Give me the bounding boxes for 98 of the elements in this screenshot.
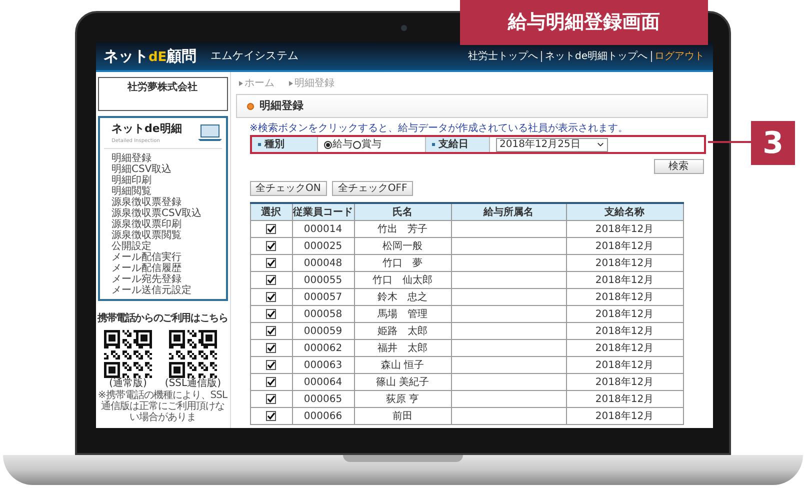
table-cell: 竹口 夢 [354, 255, 450, 271]
checked-checkbox[interactable] [266, 241, 276, 251]
step-number-badge: 3 [751, 121, 795, 165]
laptop-icon [198, 124, 222, 142]
menu-link[interactable]: メール配信履歴 [112, 263, 222, 274]
logout-link[interactable]: ログアウト [654, 48, 704, 64]
table-cell: 荻原 亨 [354, 391, 450, 407]
qr-code [168, 330, 217, 378]
triangle-icon [288, 81, 292, 86]
menu-link[interactable]: 公開設定 [112, 241, 222, 252]
table-cell: 森山 恒子 [354, 357, 450, 373]
chevron-down-icon [596, 142, 604, 147]
radio-option[interactable]: 給与 [324, 137, 352, 152]
checked-checkbox[interactable] [266, 292, 276, 302]
checked-checkbox[interactable] [266, 377, 276, 387]
menu-link[interactable]: 明細印刷 [112, 175, 222, 186]
checked-checkbox[interactable] [266, 309, 276, 319]
menu-link[interactable]: 源泉徴収票閲覧 [112, 230, 222, 241]
table-cell: 000055 [292, 272, 354, 288]
page-title: 明細登録 [260, 98, 304, 114]
camera-icon [401, 24, 407, 30]
table-cell: 000063 [292, 357, 354, 373]
table-cell: 000025 [292, 238, 354, 254]
menu-link[interactable]: メール配信実行 [112, 252, 222, 263]
table-cell: 000064 [292, 374, 354, 390]
check-all-button[interactable]: 全チェックON [250, 181, 327, 196]
radio-option[interactable]: 賞与 [352, 137, 382, 152]
checked-checkbox[interactable] [266, 224, 276, 234]
table-cell: 竹口 仙太郎 [354, 272, 450, 288]
table-cell: 2018年12月 [566, 255, 684, 271]
table-cell: 2018年12月 [566, 323, 684, 339]
table-cell: 2018年12月 [566, 289, 684, 305]
menu-link[interactable]: 源泉徴収票登録 [112, 197, 222, 208]
table-cell: 000058 [292, 306, 354, 322]
menu-link[interactable]: メール宛先登録 [112, 274, 222, 285]
company-name: エムケイシステム [210, 48, 299, 64]
date-select[interactable]: 2018年12月25日 [496, 138, 608, 152]
table-cell: 2018年12月 [566, 306, 684, 322]
table-cell: 松岡一般 [354, 238, 450, 254]
checked-checkbox[interactable] [266, 258, 276, 268]
table-cell: 馬場 管理 [354, 306, 450, 322]
company-label: 社労夢株式会社 [128, 80, 198, 95]
menu-link[interactable]: 明細閲覧 [112, 186, 222, 197]
table-cell: 2018年12月 [566, 357, 684, 373]
table-cell: 2018年12月 [566, 340, 684, 356]
mobile-heading: 携帯電話からのご利用はこちら [98, 312, 228, 326]
check-all-button[interactable]: 全チェックOFF [332, 181, 414, 196]
table-cell: 000062 [292, 340, 354, 356]
table-cell: 竹出 芳子 [354, 221, 450, 237]
triangle-icon [238, 81, 242, 86]
menu-link[interactable]: 明細CSV取込 [112, 164, 222, 175]
qr-label: (SSL通信版) [164, 378, 221, 390]
bullet-icon [246, 102, 254, 110]
qr-label: (通常版) [109, 378, 147, 390]
table-cell: 000057 [292, 289, 354, 305]
column-header: 給与所属名 [450, 204, 566, 220]
table-cell: 000065 [292, 391, 354, 407]
menu-link[interactable]: 明細登録 [112, 153, 222, 164]
table-cell: 2018年12月 [566, 238, 684, 254]
table-cell: 000048 [292, 255, 354, 271]
banner-title: 給与明細登録画面 [508, 10, 660, 36]
form-label: 支給日 [426, 137, 490, 152]
table-cell: 福井 太郎 [354, 340, 450, 356]
column-header: 従業員コード [292, 204, 354, 220]
table-cell: 000014 [292, 221, 354, 237]
table-cell: 2018年12月 [566, 272, 684, 288]
table-cell: 000059 [292, 323, 354, 339]
checked-checkbox[interactable] [266, 343, 276, 353]
checked-checkbox[interactable] [266, 275, 276, 285]
menu-link[interactable]: メール送信元設定 [112, 285, 222, 296]
form-label: 種別 [252, 137, 318, 152]
leader-line [708, 141, 752, 143]
checked-checkbox[interactable] [266, 394, 276, 404]
menu-title: ネットde明細 [112, 121, 182, 137]
table-cell: 000066 [292, 408, 354, 424]
mobile-note: ※携帯電話の機種により、SSL通信版は正常にご利用頂けない場合がありま [98, 390, 228, 423]
column-header: 選択 [250, 204, 292, 220]
notice-text: ※検索ボタンをクリックすると、給与データが作成されている社員が表示されます。 [250, 123, 629, 134]
nav-link[interactable]: 社労士トップへ [468, 48, 538, 64]
table-cell: 姫路 太郎 [354, 323, 450, 339]
checked-checkbox[interactable] [266, 411, 276, 421]
nav-link[interactable]: ネットde明細トップへ [545, 48, 648, 64]
table-cell: 2018年12月 [566, 408, 684, 424]
table-cell: 鈴木 忠之 [354, 289, 450, 305]
checked-checkbox[interactable] [266, 360, 276, 370]
table-cell: 篠山 美紀子 [354, 374, 450, 390]
column-header: 支給名称 [566, 204, 684, 220]
qr-code [104, 330, 152, 378]
table-cell: 前田 [354, 408, 450, 424]
site-logo: ネット dE顧問 [104, 48, 197, 64]
checked-checkbox[interactable] [266, 326, 276, 336]
table-cell: 2018年12月 [566, 221, 684, 237]
table-cell: 2018年12月 [566, 391, 684, 407]
column-header: 氏名 [354, 204, 450, 220]
menu-link[interactable]: 源泉徴収票CSV取込 [112, 208, 222, 219]
table-cell: 2018年12月 [566, 374, 684, 390]
menu-link[interactable]: 源泉徴収票印刷 [112, 219, 222, 230]
search-button[interactable]: 検索 [654, 159, 704, 174]
